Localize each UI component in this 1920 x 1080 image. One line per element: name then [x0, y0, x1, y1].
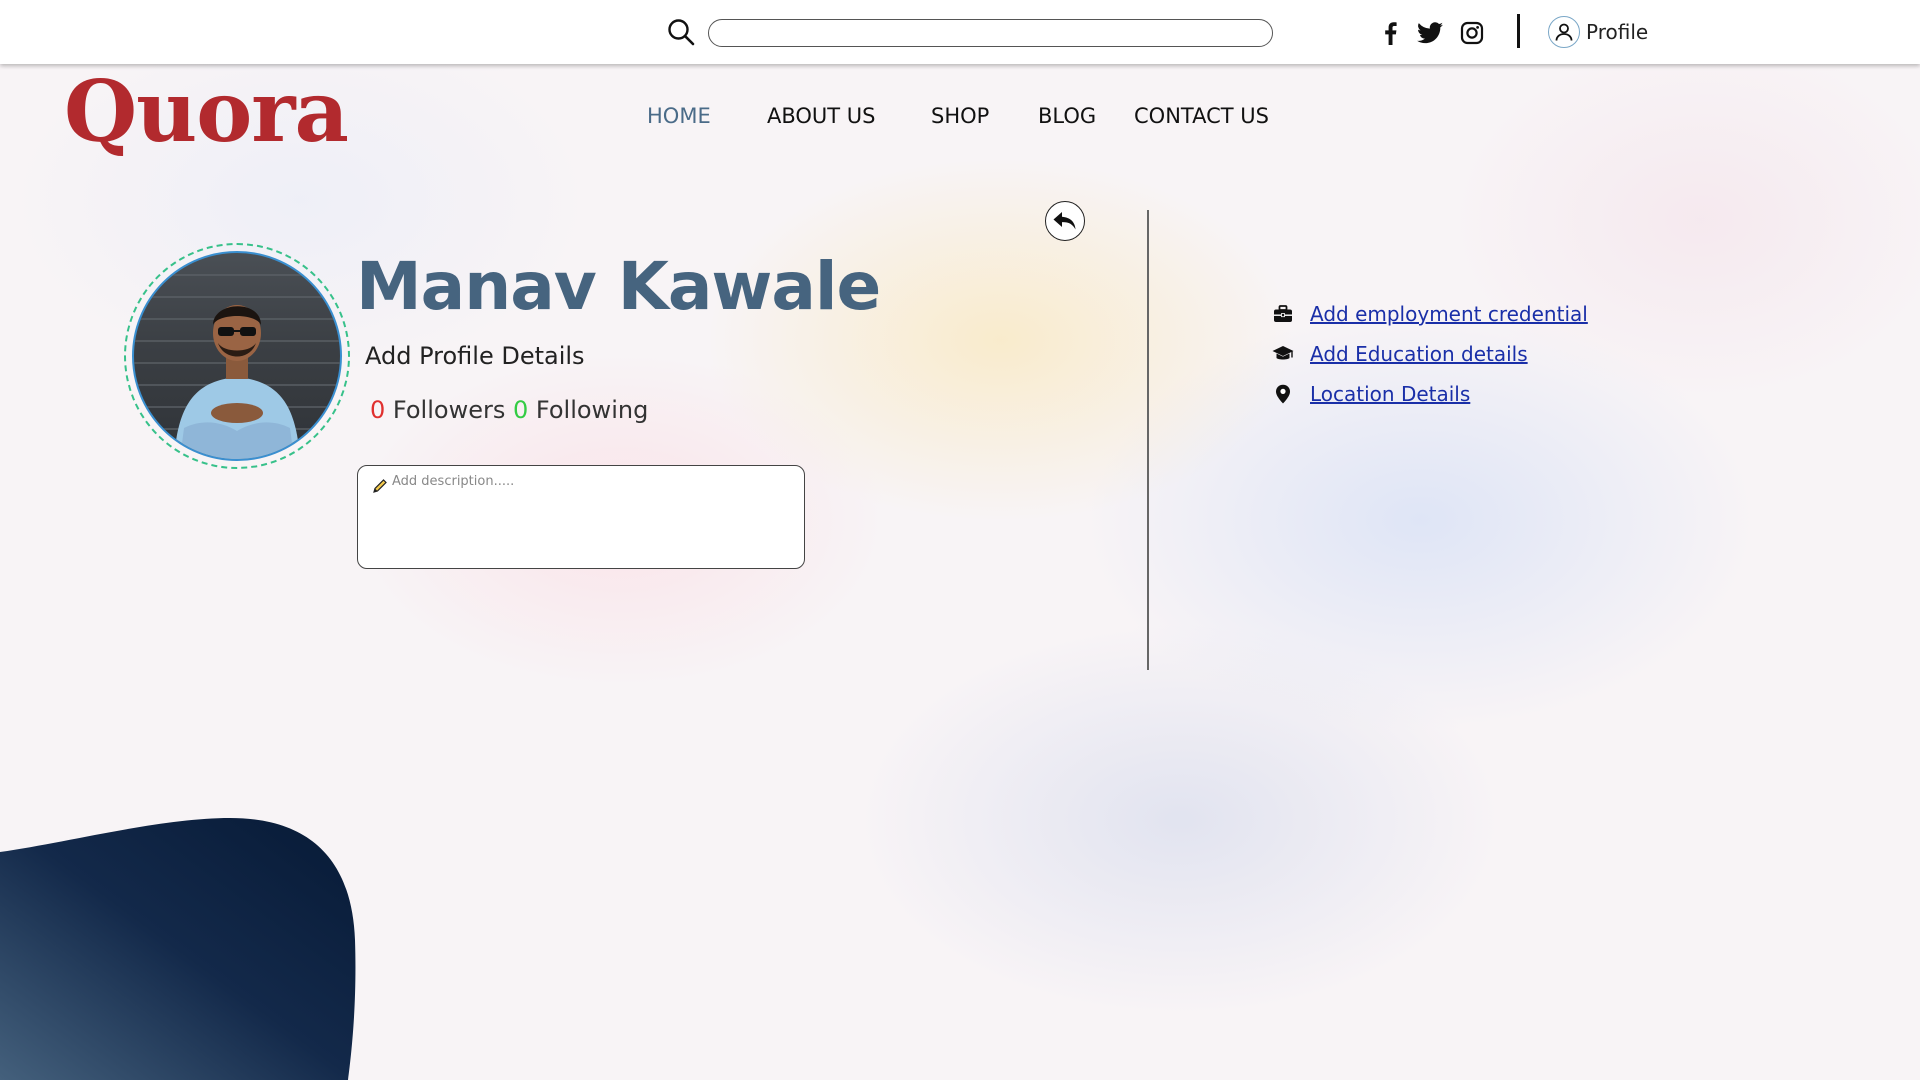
reply-arrow-icon: [1053, 212, 1076, 230]
graduation-cap-icon: [1272, 343, 1294, 365]
employment-credential-row[interactable]: Add employment credential: [1272, 300, 1588, 328]
top-bar: Profile: [0, 0, 1920, 64]
nav-shop[interactable]: SHOP: [931, 104, 989, 128]
search-icon[interactable]: [666, 17, 696, 47]
location-details-row[interactable]: Location Details: [1272, 380, 1470, 408]
description-input[interactable]: [392, 474, 792, 562]
profile-link[interactable]: Profile: [1548, 15, 1648, 49]
description-box: [357, 465, 805, 569]
profile-avatar[interactable]: [132, 251, 342, 461]
followers-count: 0: [370, 396, 386, 424]
user-icon: [1548, 16, 1580, 48]
decorative-blob: [0, 818, 356, 1080]
quora-logo[interactable]: Quora: [64, 62, 349, 161]
add-employment-credential-link[interactable]: Add employment credential: [1310, 302, 1588, 326]
add-profile-details-link[interactable]: Add Profile Details: [365, 342, 585, 370]
search-input[interactable]: [708, 19, 1273, 47]
instagram-icon[interactable]: [1458, 19, 1486, 47]
follow-stats: 0 Followers 0 Following: [370, 396, 648, 424]
nav-home[interactable]: HOME: [647, 104, 711, 128]
followers-label[interactable]: Followers: [393, 396, 505, 424]
following-count: 0: [512, 396, 529, 424]
map-pin-icon: [1272, 383, 1294, 405]
topbar-divider: [1517, 14, 1520, 48]
location-details-link[interactable]: Location Details: [1310, 382, 1470, 406]
education-details-row[interactable]: Add Education details: [1272, 340, 1528, 368]
back-button[interactable]: [1045, 201, 1085, 241]
profile-name: Manav Kawale: [356, 248, 881, 325]
facebook-icon[interactable]: [1376, 19, 1404, 47]
twitter-icon[interactable]: [1416, 19, 1444, 47]
nav-blog[interactable]: BLOG: [1038, 104, 1096, 128]
pencil-icon: [372, 478, 388, 494]
add-education-details-link[interactable]: Add Education details: [1310, 342, 1528, 366]
briefcase-icon: [1272, 303, 1294, 325]
nav-contact-us[interactable]: CONTACT US: [1134, 104, 1269, 128]
profile-label: Profile: [1586, 20, 1649, 44]
following-label[interactable]: Following: [536, 396, 648, 424]
vertical-divider: [1147, 210, 1149, 670]
nav-about-us[interactable]: ABOUT US: [767, 104, 876, 128]
